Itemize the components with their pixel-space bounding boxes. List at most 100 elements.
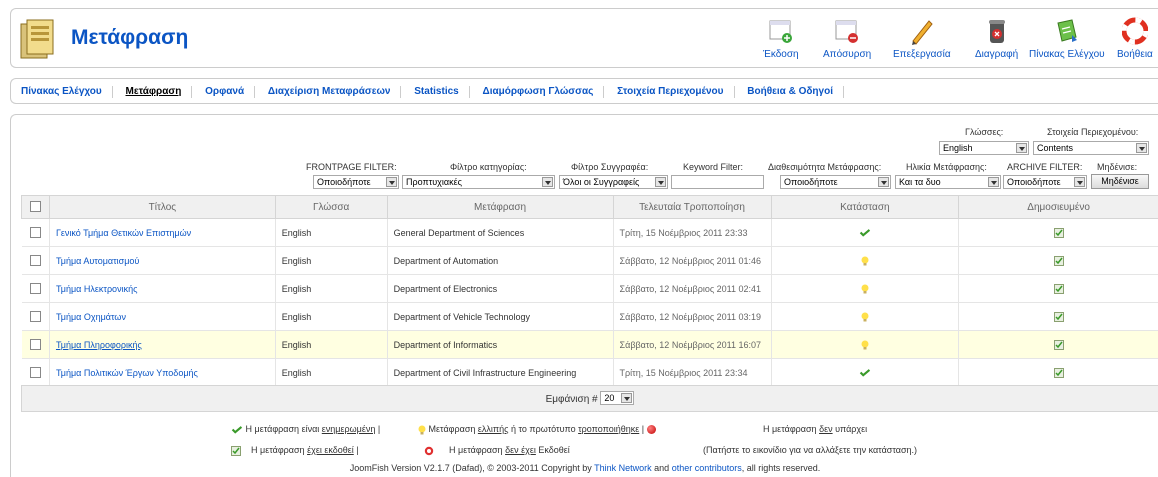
archive-filter-label: ARCHIVE FILTER: <box>1007 162 1083 172</box>
submenu-help[interactable]: Βοήθεια & Οδηγοί <box>737 86 844 98</box>
published-icon[interactable] <box>1053 227 1064 238</box>
submenu-content-elements[interactable]: Στοιχεία Περιεχομένου <box>607 86 735 98</box>
submenu-control-panel[interactable]: Πίνακας Ελέγχου <box>21 86 113 98</box>
title-cell[interactable]: Τμήμα Πληροφορικής <box>49 330 276 359</box>
modified-cell: Σάββατο, 12 Νοέμβριος 2011 02:41 <box>613 274 772 303</box>
legend-hint: (Πατήστε το εικονίδιο για να αλλάξετε τη… <box>703 445 918 455</box>
help-button[interactable]: Βοήθεια <box>1117 17 1153 60</box>
published-icon[interactable] <box>1053 311 1064 322</box>
frontpage-filter-select[interactable]: Οποιοδήποτε <box>313 175 399 189</box>
author-filter-select[interactable]: Όλοι οι Συγγραφείς <box>559 175 668 189</box>
published-icon[interactable] <box>1053 255 1064 266</box>
title-cell[interactable]: Γενικό Τμήμα Θετικών Επιστημών <box>49 218 276 247</box>
table-row: Γενικό Τμήμα Θετικών Επιστημών English Gen… <box>21 218 1158 247</box>
pagination-bar: Εμφάνιση # 20 <box>21 385 1158 412</box>
title-cell[interactable]: Τμήμα Ηλεκτρονικής <box>49 274 276 303</box>
availability-filter-select[interactable]: Οποιοδήποτε <box>780 175 891 189</box>
check-icon[interactable] <box>859 369 871 377</box>
submenu-translation[interactable]: Μετάφραση <box>116 86 193 98</box>
reset-button[interactable]: Μηδένισε <box>1091 174 1149 189</box>
status-cell <box>771 302 960 331</box>
control-panel-icon <box>1054 17 1080 45</box>
chevron-down-icon <box>655 177 666 187</box>
title-cell[interactable]: Τμήμα Αυτοματισμού <box>49 246 276 275</box>
table-row: Τμήμα Οχημάτων English Department of Vehic… <box>21 302 1158 331</box>
translation-logo-icon <box>19 18 57 62</box>
title-cell[interactable]: Τμήμα Πολιτικών Έργων Υποδομής <box>49 358 276 387</box>
status-cell <box>771 358 960 387</box>
archive-filter-select[interactable]: Οποιοδήποτε <box>1003 175 1087 189</box>
publish-button[interactable]: Έκδοση <box>763 17 799 60</box>
row-checkbox[interactable] <box>29 283 41 295</box>
column-header-language[interactable]: Γλώσσα <box>274 195 388 219</box>
table-row: Τμήμα Αυτοματισμού English Department of A… <box>21 246 1158 275</box>
select-all-header <box>21 195 50 219</box>
display-count-label: Εμφάνιση # <box>545 394 598 405</box>
submenu-statistics[interactable]: Statistics <box>404 86 470 98</box>
check-icon[interactable] <box>859 229 871 237</box>
row-checkbox-cell <box>21 302 50 331</box>
content-element-select[interactable]: Contents <box>1033 141 1149 155</box>
bulb-icon[interactable] <box>861 256 869 266</box>
row-checkbox[interactable] <box>29 367 41 379</box>
think-network-link[interactable]: Think Network <box>594 463 652 473</box>
submenu-orphans[interactable]: Ορφανά <box>195 86 256 98</box>
column-header-status[interactable]: Κατάσταση <box>770 195 960 219</box>
row-checkbox-cell <box>21 274 50 303</box>
main-panel: Γλώσσες: Στοιχεία Περιεχομένου: English … <box>10 114 1158 477</box>
legend-up-to-date: Η μετάφραση είναι ενημερωμένη | <box>231 424 380 434</box>
select-all-checkbox[interactable] <box>29 201 41 213</box>
chevron-down-icon <box>386 177 397 187</box>
title-cell[interactable]: Τμήμα Οχημάτων <box>49 302 276 331</box>
table-row: Τμήμα Πληροφορικής English Department of I… <box>21 330 1158 359</box>
submenu-language-config[interactable]: Διαμόρφωση Γλώσσας <box>473 86 605 98</box>
reset-label: Μηδένισε: <box>1097 162 1138 172</box>
contributors-link[interactable]: other contributors <box>672 463 742 473</box>
table-row: Τμήμα Πολιτικών Έργων Υποδομής English Dep… <box>21 358 1158 387</box>
edit-icon <box>909 17 935 45</box>
published-icon[interactable] <box>1053 283 1064 294</box>
modified-cell: Σάββατο, 12 Νοέμβριος 2011 01:46 <box>613 246 772 275</box>
unpublish-icon <box>834 17 860 45</box>
column-header-translation[interactable]: Μετάφραση <box>386 195 614 219</box>
trash-icon <box>984 17 1010 45</box>
row-checkbox[interactable] <box>29 311 41 323</box>
publish-icon <box>768 17 794 45</box>
unpublish-button[interactable]: Απόσυρση <box>823 17 871 60</box>
age-filter-select[interactable]: Και τα δυο <box>895 175 1001 189</box>
toolbar-header: Μετάφραση Έκδοση Απόσυρση Επεξεργασία Δι… <box>10 8 1158 68</box>
keyword-filter-input[interactable] <box>671 175 764 189</box>
copyright-footer: JoomFish Version V2.1.7 (Dafad), © 2003-… <box>349 463 821 473</box>
column-header-modified[interactable]: Τελευταία Τροποποίηση <box>612 195 772 219</box>
not-exists-icon <box>646 425 656 435</box>
submenu-manage-translations[interactable]: Διαχείριση Μεταφράσεων <box>258 86 402 98</box>
bulb-icon[interactable] <box>861 284 869 294</box>
row-checkbox-cell <box>21 358 50 387</box>
bulb-icon[interactable] <box>861 312 869 322</box>
modified-cell: Σάββατο, 12 Νοέμβριος 2011 16:07 <box>613 330 772 359</box>
column-header-title[interactable]: Τίτλος <box>48 195 276 219</box>
published-icon[interactable] <box>1053 339 1064 350</box>
submenu-bar: Πίνακας Ελέγχου Μετάφραση Ορφανά Διαχείρ… <box>10 78 1158 104</box>
display-count-select[interactable]: 20 <box>600 391 635 405</box>
bulb-icon <box>418 425 426 435</box>
chevron-down-icon <box>1074 177 1085 187</box>
language-select[interactable]: English <box>939 141 1029 155</box>
category-filter-select[interactable]: Προπτυχιακές <box>402 175 555 189</box>
row-checkbox[interactable] <box>29 227 41 239</box>
published-cell <box>958 358 1158 387</box>
row-checkbox[interactable] <box>29 339 41 351</box>
column-header-published[interactable]: Δημοσιευμένο <box>958 195 1158 219</box>
delete-button[interactable]: Διαγραφή <box>975 17 1018 60</box>
edit-button[interactable]: Επεξεργασία <box>893 17 951 60</box>
control-panel-button[interactable]: Πίνακας Ελέγχου <box>1029 17 1105 60</box>
chevron-down-icon <box>1136 143 1147 153</box>
row-checkbox-cell <box>21 246 50 275</box>
content-elements-label: Στοιχεία Περιεχομένου: <box>1047 127 1139 137</box>
check-icon <box>231 425 243 434</box>
bulb-icon[interactable] <box>861 340 869 350</box>
translation-cell: Department of Civil Infrastructure Engin… <box>387 358 614 387</box>
published-icon[interactable] <box>1053 367 1064 378</box>
legend-missing: Η μετάφραση δεν υπάρχει <box>763 424 868 434</box>
row-checkbox[interactable] <box>29 255 41 267</box>
